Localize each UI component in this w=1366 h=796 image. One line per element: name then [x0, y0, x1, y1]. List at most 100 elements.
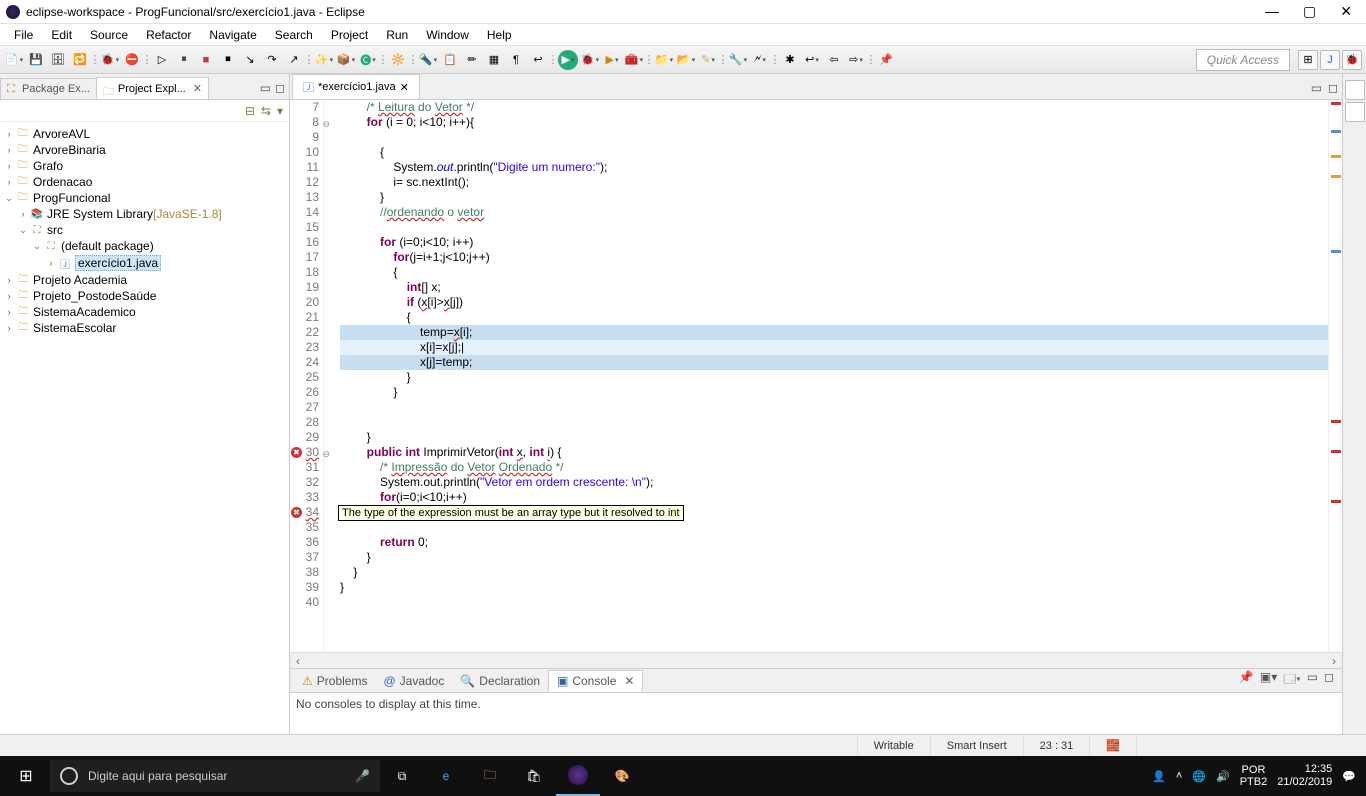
people-icon[interactable]: 👤	[1152, 770, 1166, 783]
new-wizard-button[interactable]: ✨	[314, 50, 334, 70]
volume-icon[interactable]: 🔊	[1216, 770, 1230, 783]
tree-node-arvoreavl[interactable]: ›🗀ArvoreAVL	[2, 126, 287, 142]
new-project-button[interactable]: 📁	[654, 50, 674, 70]
tab-package-explorer[interactable]: ⛶ Package Ex...	[0, 78, 97, 99]
close-button[interactable]: ✕	[1340, 3, 1352, 20]
collapse-all-icon[interactable]: ⊟	[245, 104, 255, 118]
menu-edit[interactable]: Edit	[43, 26, 80, 44]
run-last-button[interactable]: ▶	[558, 50, 578, 70]
tab-javadoc[interactable]: @Javadoc	[375, 671, 452, 691]
new-class-button[interactable]: 🅒	[358, 50, 378, 70]
pin-button[interactable]: 📌	[876, 50, 896, 70]
tab-problems[interactable]: ⚠Problems	[294, 671, 375, 691]
forward-button[interactable]: ⇨	[846, 50, 866, 70]
open-perspective-button[interactable]: ⊞	[1298, 50, 1318, 70]
tab-project-explorer[interactable]: 🗀 Project Expl... ✕	[96, 77, 209, 99]
menu-help[interactable]: Help	[479, 26, 520, 44]
save-all-button[interactable]: 🗄	[48, 50, 68, 70]
store-icon[interactable]: 🛍	[512, 756, 556, 796]
task-view-icon[interactable]: ⧉	[380, 756, 424, 796]
resume-button[interactable]: ▷	[152, 50, 172, 70]
minimize-view-icon[interactable]: ▭	[260, 81, 271, 95]
tree-node-sistema-academico[interactable]: ›🗀SistemaAcademico	[2, 304, 287, 320]
debug-button[interactable]: 🐞	[100, 50, 120, 70]
debug-perspective-button[interactable]: 🐞	[1342, 50, 1362, 70]
start-button[interactable]: ⊞	[4, 756, 48, 796]
tray-chevron-icon[interactable]: ˄	[1176, 770, 1182, 782]
tree-node-jre[interactable]: ›📚JRE System Library [JavaSE-1.8]	[2, 206, 287, 222]
toggle-breadcrumb-button[interactable]: 📋	[440, 50, 460, 70]
skip-button[interactable]: ⛔	[122, 50, 142, 70]
tree-node-progfuncional[interactable]: ⌄🗀ProgFuncional	[2, 190, 287, 206]
step-over-button[interactable]: ↷	[262, 50, 282, 70]
next-annot-button[interactable]: ↩	[802, 50, 822, 70]
editor-tab-exercicio1[interactable]: 🄹 *exercício1.java ✕	[292, 74, 420, 99]
windows-search[interactable]: Digite aqui para pesquisar 🎤	[50, 760, 380, 792]
explorer-icon[interactable]: 🗀	[468, 756, 512, 796]
search-button[interactable]: 🔦	[418, 50, 438, 70]
java-perspective-button[interactable]: J	[1320, 50, 1340, 70]
toggle-wrap-button[interactable]: ↩	[528, 50, 548, 70]
tree-node-exercicio1[interactable]: ›🄹exercício1.java	[2, 254, 287, 272]
close-icon[interactable]: ✕	[400, 81, 409, 94]
menu-run[interactable]: Run	[378, 26, 416, 44]
last-edit-button[interactable]: 🗲	[750, 50, 770, 70]
tab-declaration[interactable]: 🔍Declaration	[452, 671, 548, 691]
menu-refactor[interactable]: Refactor	[138, 26, 199, 44]
menu-search[interactable]: Search	[267, 26, 321, 44]
new-button[interactable]: 📄	[4, 50, 24, 70]
code-content[interactable]: /* Leitura do Vetor */ for (i = 0; i<10;…	[336, 100, 1328, 652]
minimize-button[interactable]: —	[1265, 3, 1279, 20]
network-icon[interactable]: 🌐	[1192, 770, 1206, 783]
close-icon[interactable]: ✕	[193, 82, 202, 95]
mic-icon[interactable]: 🎤	[355, 769, 370, 783]
edge-icon[interactable]: e	[424, 756, 468, 796]
menu-window[interactable]: Window	[418, 26, 477, 44]
suspend-button[interactable]: ⏸	[174, 50, 194, 70]
overview-ruler[interactable]	[1328, 100, 1342, 652]
tree-node-projeto-academia[interactable]: ›🗀Projeto Academia	[2, 272, 287, 288]
clock[interactable]: 12:3521/02/2019	[1277, 763, 1332, 789]
outline-button[interactable]	[1345, 80, 1365, 100]
code-editor[interactable]: 7891011121314151617181920212223242526272…	[290, 100, 1342, 652]
display-console-icon[interactable]: ▣▾	[1260, 670, 1277, 691]
open-type-button[interactable]: 🔆	[388, 50, 408, 70]
link-editor-icon[interactable]: ⇆	[261, 104, 271, 118]
tree-node-src[interactable]: ⌄⛶src	[2, 222, 287, 238]
menu-project[interactable]: Project	[323, 26, 376, 44]
tab-console[interactable]: ▣Console✕	[548, 670, 643, 692]
editor-scrollbar[interactable]: ‹›	[290, 652, 1342, 668]
coverage-button[interactable]: ▶	[602, 50, 622, 70]
tree-node-projeto-posto[interactable]: ›🗀Projeto_PostodeSaúde	[2, 288, 287, 304]
new-package-button[interactable]: 📦	[336, 50, 356, 70]
step-into-button[interactable]: ↘	[240, 50, 260, 70]
minimize-editor-icon[interactable]: ▭	[1311, 81, 1322, 95]
run-external-button[interactable]: 🧰	[624, 50, 644, 70]
minimize-view-icon[interactable]: ▭	[1307, 670, 1318, 691]
maximize-view-icon[interactable]: ◻	[275, 81, 285, 95]
tree-node-arvorebinaria[interactable]: ›🗀ArvoreBinaria	[2, 142, 287, 158]
terminate-button[interactable]: ■	[196, 50, 216, 70]
step-return-button[interactable]: ↗	[284, 50, 304, 70]
back-button[interactable]: ⇦	[824, 50, 844, 70]
tasklist-button[interactable]	[1345, 102, 1365, 122]
notifications-icon[interactable]: 💬	[1342, 770, 1356, 783]
open-console-icon[interactable]: 🗔▾	[1283, 670, 1300, 691]
tree-node-default-package[interactable]: ⌄⛶(default package)	[2, 238, 287, 254]
new-file-button[interactable]: ✎	[698, 50, 718, 70]
tree-node-ordenacao[interactable]: ›🗀Ordenacao	[2, 174, 287, 190]
quick-access[interactable]: Quick Access	[1196, 49, 1290, 71]
maximize-view-icon[interactable]: ◻	[1324, 670, 1334, 691]
maximize-editor-icon[interactable]: ◻	[1328, 81, 1338, 95]
save-button[interactable]: 💾	[26, 50, 46, 70]
maximize-button[interactable]: ▢	[1303, 3, 1316, 20]
new-folder-button[interactable]: 📂	[676, 50, 696, 70]
prev-annot-button[interactable]: ✱	[780, 50, 800, 70]
close-icon[interactable]: ✕	[624, 674, 634, 688]
eclipse-taskbar-icon[interactable]	[556, 756, 600, 796]
view-menu-icon[interactable]: ▾	[277, 104, 283, 118]
tree-node-grafo[interactable]: ›🗀Grafo	[2, 158, 287, 174]
show-whitespace-button[interactable]: ¶	[506, 50, 526, 70]
menu-navigate[interactable]: Navigate	[201, 26, 264, 44]
ant-button[interactable]: 🔧	[728, 50, 748, 70]
